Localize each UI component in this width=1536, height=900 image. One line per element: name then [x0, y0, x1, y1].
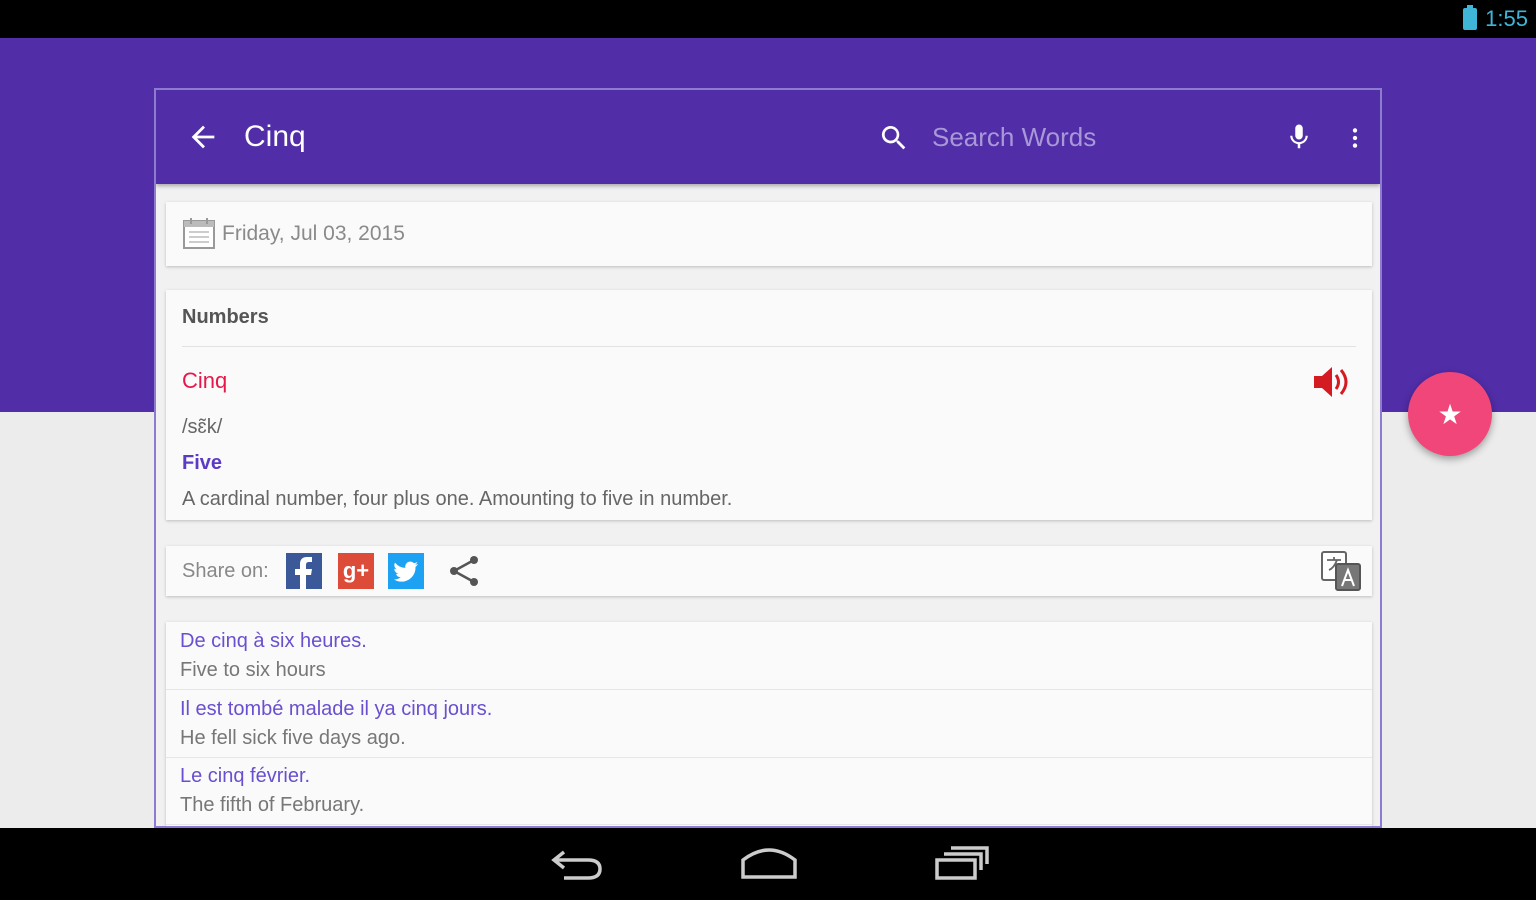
- status-bar: 1:55: [0, 0, 1536, 38]
- list-item[interactable]: Il est tombé malade il ya cinq jours. He…: [166, 690, 1372, 758]
- word-card: Numbers Cinq /sɛ̃k/ Five A cardinal numb…: [166, 290, 1372, 520]
- share-icon[interactable]: [446, 553, 482, 589]
- more-vert-icon[interactable]: [1342, 124, 1368, 152]
- examples-list: De cinq à six heures. Five to six hours …: [166, 622, 1372, 826]
- status-right: 1:55: [1463, 5, 1528, 32]
- toolbar: Cinq Search Words: [156, 90, 1380, 184]
- example-french: Le cinq février.: [180, 765, 311, 787]
- category-label: Numbers: [182, 306, 269, 328]
- twitter-icon[interactable]: [388, 553, 424, 589]
- definition-text: A cardinal number, four plus one. Amount…: [182, 488, 733, 510]
- date-panel: Friday, Jul 03, 2015: [166, 202, 1372, 266]
- facebook-icon[interactable]: [286, 553, 322, 589]
- main-card: Cinq Search Words Friday, Jul 03, 2015 N…: [154, 88, 1382, 828]
- home-nav-icon[interactable]: [740, 846, 798, 880]
- page-title: Cinq: [244, 120, 306, 153]
- google-plus-icon[interactable]: g+: [338, 553, 374, 589]
- back-arrow-icon[interactable]: [186, 120, 220, 154]
- phonetic-text: /sɛ̃k/: [182, 416, 223, 438]
- list-item[interactable]: De cinq à six heures. Five to six hours: [166, 622, 1372, 690]
- example-english: The fifth of February.: [180, 794, 365, 816]
- star-icon: ★: [1437, 398, 1463, 430]
- translate-icon[interactable]: [1320, 550, 1362, 592]
- speaker-icon[interactable]: [1312, 364, 1352, 400]
- back-nav-icon[interactable]: [550, 846, 604, 882]
- search-input[interactable]: Search Words: [932, 122, 1096, 153]
- share-label: Share on:: [182, 560, 269, 582]
- favorite-fab-button[interactable]: ★: [1408, 372, 1492, 456]
- share-bar: Share on: g+: [166, 546, 1372, 596]
- translation-text: Five: [182, 452, 223, 474]
- mic-icon[interactable]: [1284, 122, 1314, 152]
- calendar-icon: [183, 218, 215, 249]
- list-item[interactable]: Le cinq février. The fifth of February.: [166, 757, 1372, 825]
- date-text: Friday, Jul 03, 2015: [222, 222, 405, 245]
- search-icon[interactable]: [878, 122, 910, 154]
- battery-icon: [1463, 5, 1478, 30]
- recents-nav-icon[interactable]: [934, 846, 990, 882]
- example-french: De cinq à six heures.: [180, 630, 367, 652]
- navigation-bar: [0, 828, 1536, 900]
- word-title: Cinq: [182, 368, 228, 393]
- example-french: Il est tombé malade il ya cinq jours.: [180, 698, 493, 720]
- example-english: Five to six hours: [180, 659, 326, 681]
- divider: [182, 346, 1356, 347]
- example-english: He fell sick five days ago.: [180, 727, 406, 749]
- status-time: 1:55: [1485, 6, 1528, 31]
- google-plus-text: g+: [342, 558, 370, 583]
